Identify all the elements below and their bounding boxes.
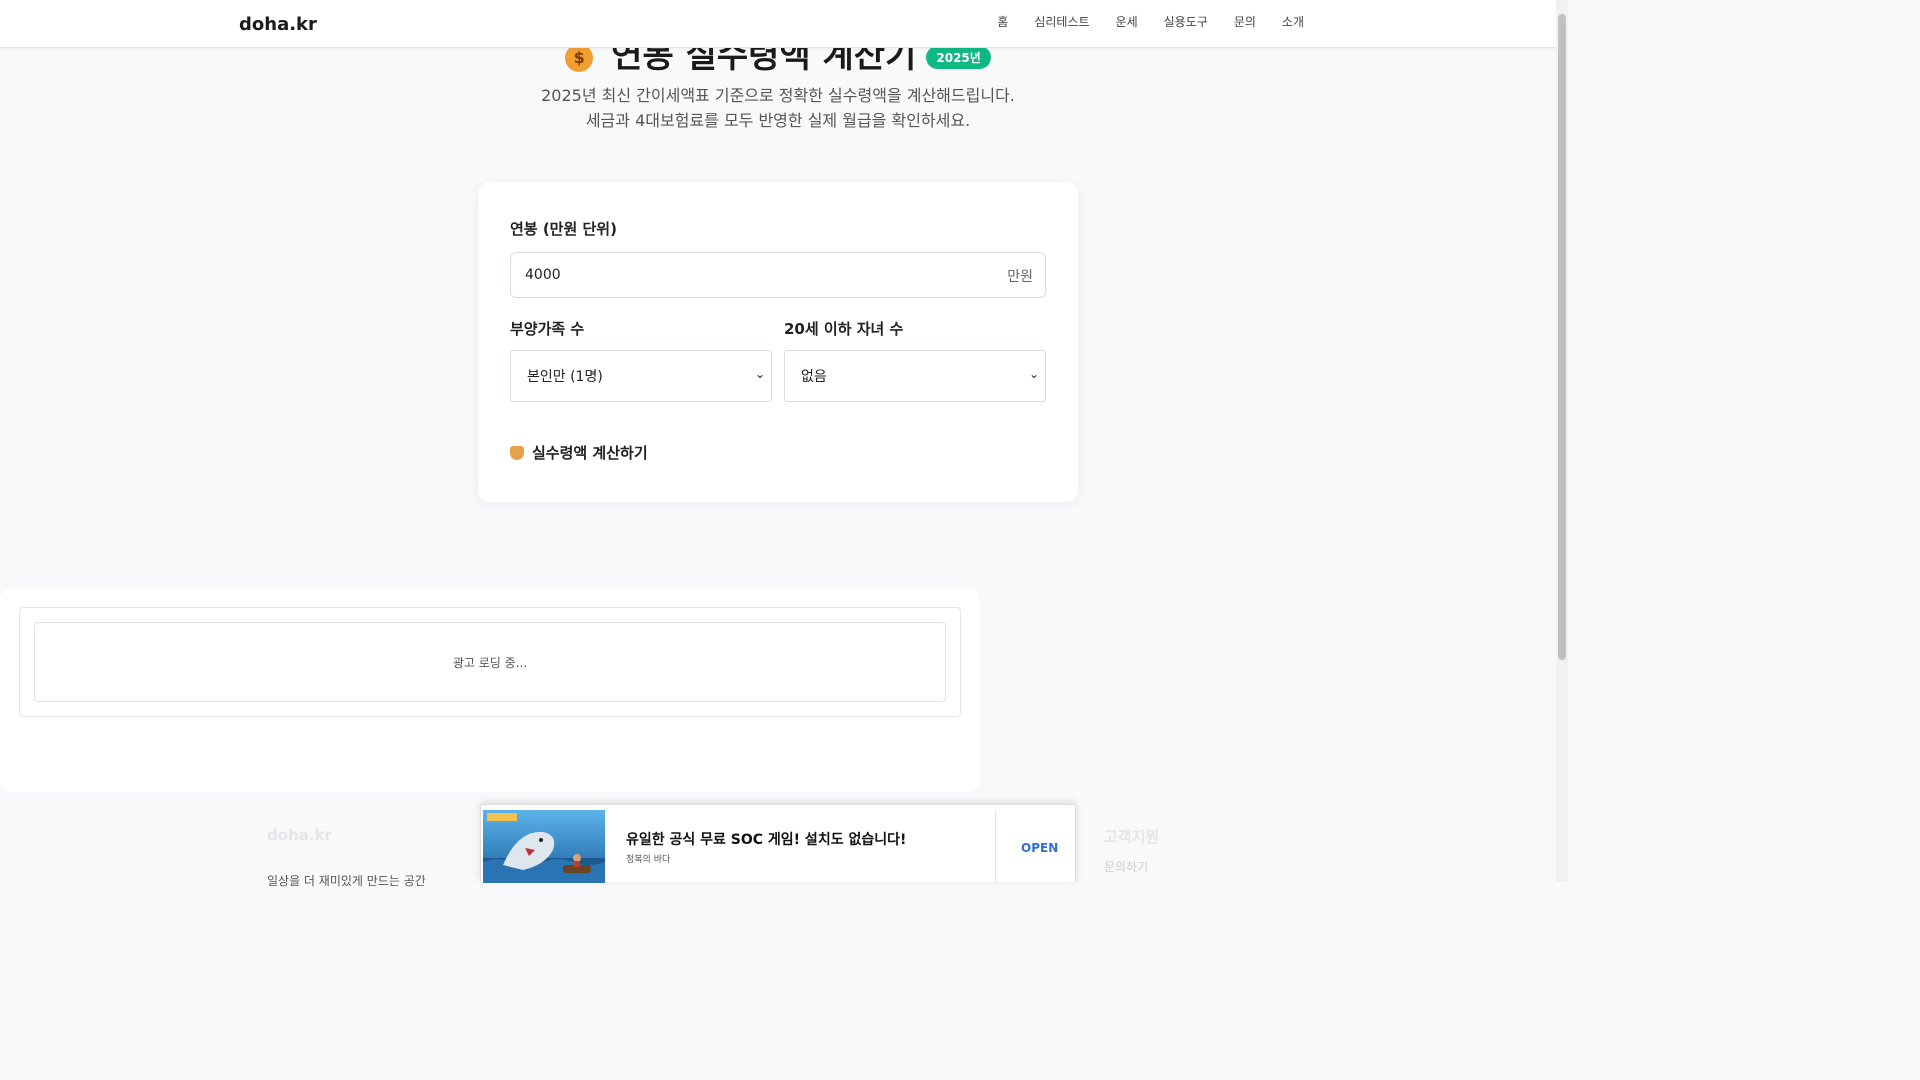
calculate-button[interactable]: 실수령액 계산하기 (510, 442, 648, 463)
children-selected: 없음 (801, 369, 827, 385)
shark-illustration-icon (483, 813, 605, 883)
nav-item-contact[interactable]: 문의 (1234, 13, 1256, 30)
dependents-label: 부양가족 수 (510, 320, 585, 338)
nav-item-fortune[interactable]: 운세 (1116, 13, 1138, 30)
page-scrollbar[interactable] (1556, 0, 1568, 882)
bottom-banner-ad[interactable]: 유일한 공식 무료 SOC 게임! 설치도 없습니다! 정복의 바다 OPEN (480, 804, 1076, 883)
banner-subtitle: 정복의 바다 (626, 855, 671, 865)
site-header: doha.kr 홈 심리테스트 운세 실용도구 문의 소개 (0, 0, 1556, 48)
nav-item-tools[interactable]: 실용도구 (1164, 13, 1208, 30)
footer-description: 일상을 더 재미있게 만드는 공간 (267, 874, 426, 888)
footer-contact-link[interactable]: 문의하기 (1104, 858, 1148, 875)
ad-container: 광고 로딩 중... (19, 607, 961, 717)
money-bag-icon (510, 445, 524, 460)
ad-panel: 광고 로딩 중... (0, 588, 980, 792)
children-select[interactable]: 없음 ⌄ (784, 350, 1046, 402)
ad-loading-text: 광고 로딩 중... (452, 655, 528, 670)
banner-image[interactable] (483, 810, 605, 883)
nav-item-home[interactable]: 홈 (997, 13, 1008, 30)
subtitle-line-2: 세금과 4대보험료를 모두 반영한 실제 월급을 확인하세요. (585, 111, 971, 130)
main-nav: 홈 심리테스트 운세 실용도구 문의 소개 (997, 13, 1304, 30)
salary-input[interactable]: 4000 만원 (510, 252, 1046, 298)
calculate-button-label: 실수령액 계산하기 (532, 444, 648, 462)
banner-divider (995, 810, 996, 883)
children-label: 20세 이하 자녀 수 (784, 320, 904, 338)
dependents-selected: 본인만 (1명) (527, 369, 603, 385)
dependents-select[interactable]: 본인만 (1명) ⌄ (510, 350, 772, 402)
banner-title: 유일한 공식 무료 SOC 게임! 설치도 없습니다! (626, 832, 907, 848)
chevron-down-icon: ⌄ (754, 367, 765, 381)
site-logo[interactable]: doha.kr (239, 14, 317, 35)
calculator-card: 연봉 (만원 단위) 4000 만원 부양가족 수 본인만 (1명) ⌄ 20세… (478, 182, 1078, 502)
subtitle-line-1: 2025년 최신 간이세액표 기준으로 정확한 실수령액을 계산해드립니다. (541, 86, 1015, 105)
footer-brand: doha.kr (267, 826, 332, 844)
chevron-down-icon: ⌄ (1028, 367, 1039, 381)
salary-label: 연봉 (만원 단위) (510, 220, 617, 238)
nav-item-psych-test[interactable]: 심리테스트 (1034, 13, 1089, 30)
salary-unit: 만원 (1007, 269, 1033, 285)
open-button[interactable]: OPEN (1021, 841, 1058, 855)
salary-value: 4000 (525, 267, 561, 283)
scrollbar-thumb[interactable] (1558, 14, 1566, 660)
nav-item-about[interactable]: 소개 (1282, 13, 1304, 30)
year-badge: 2025년 (926, 46, 991, 69)
footer-support-title: 고객지원 (1104, 828, 1160, 846)
ad-slot: 광고 로딩 중... (34, 622, 946, 702)
